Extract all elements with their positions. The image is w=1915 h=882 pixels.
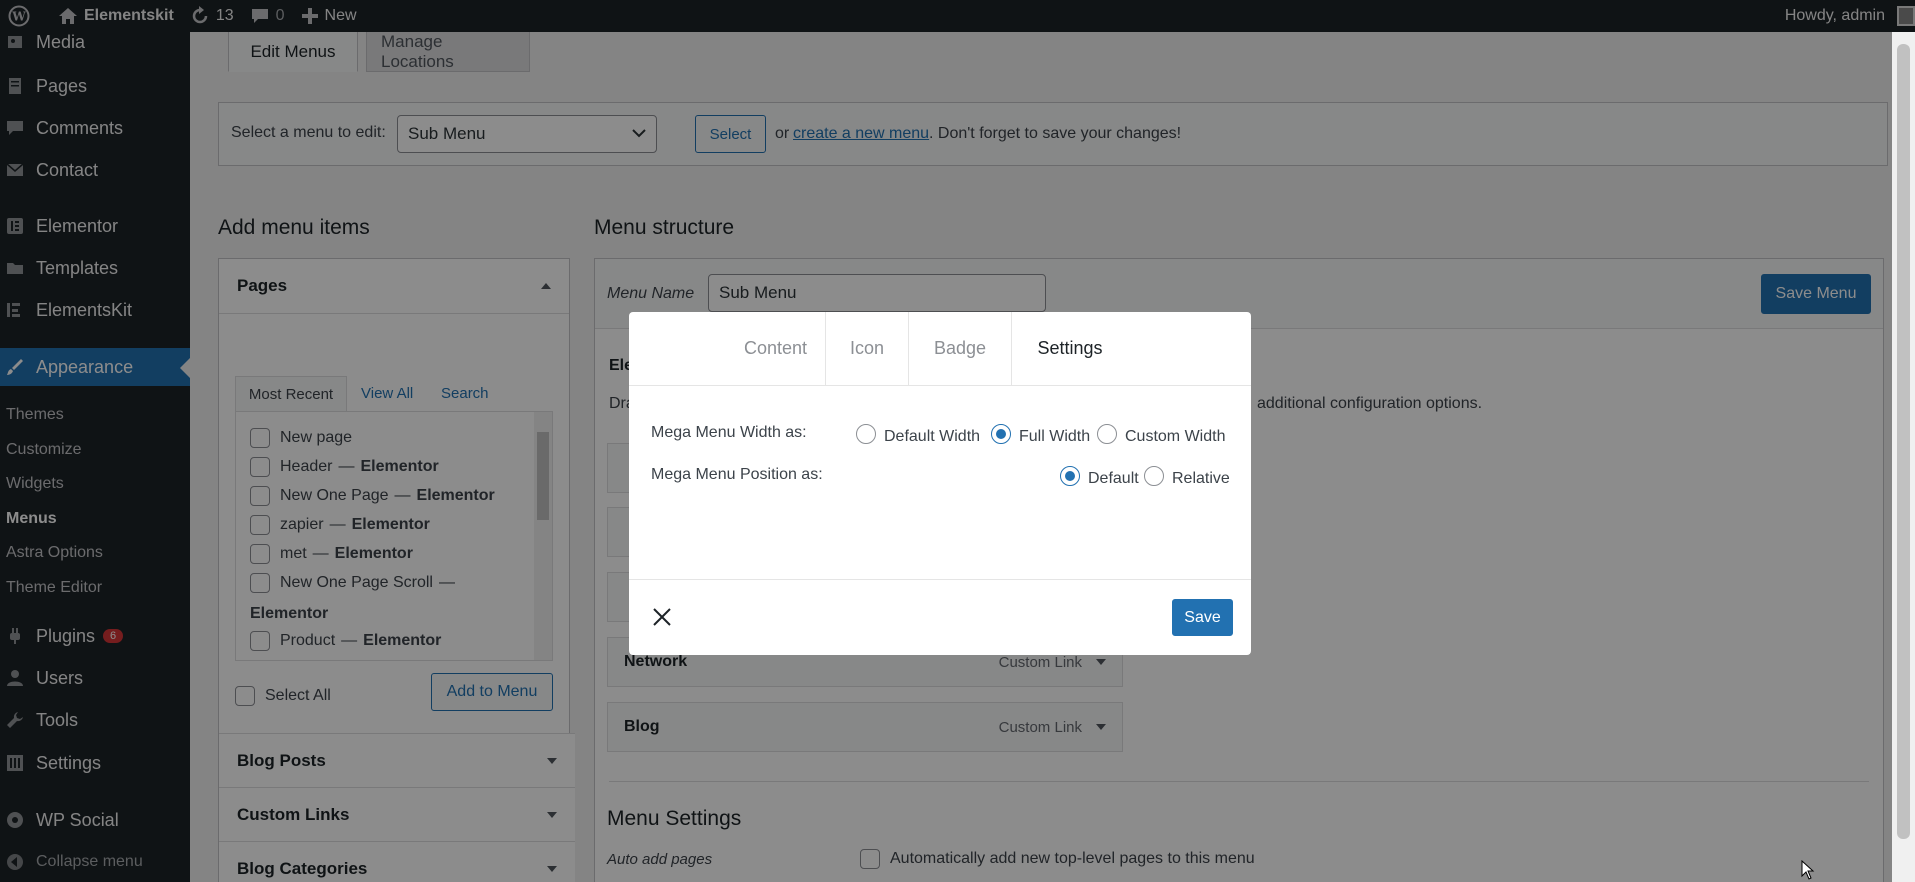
radio-full-width[interactable] xyxy=(991,424,1011,444)
width-option-full[interactable]: Full Width xyxy=(991,422,1090,446)
modal-close-button[interactable] xyxy=(651,606,673,628)
modal-tab-settings[interactable]: Settings xyxy=(1012,312,1128,385)
modal-save-button[interactable]: Save xyxy=(1172,599,1233,636)
mega-width-label: Mega Menu Width as: xyxy=(651,424,807,441)
radio-position-relative[interactable] xyxy=(1144,466,1164,486)
page-scrollbar[interactable] xyxy=(1892,32,1915,882)
option-label: Relative xyxy=(1172,470,1230,487)
modal-tab-divider xyxy=(629,385,1251,386)
mega-position-label: Mega Menu Position as: xyxy=(651,466,823,483)
mouse-cursor-icon xyxy=(1801,860,1815,880)
option-label: Custom Width xyxy=(1125,428,1226,445)
option-label: Default xyxy=(1088,470,1139,487)
option-label: Full Width xyxy=(1019,428,1091,445)
radio-default-width[interactable] xyxy=(856,424,876,444)
modal-tab-content[interactable]: Content xyxy=(726,312,826,385)
position-option-default[interactable]: Default xyxy=(1060,464,1139,488)
width-option-custom[interactable]: Custom Width xyxy=(1097,422,1225,446)
modal-tab-badge[interactable]: Badge xyxy=(909,312,1012,385)
radio-custom-width[interactable] xyxy=(1097,424,1117,444)
modal-footer-divider xyxy=(629,579,1251,580)
modal-tab-icon[interactable]: Icon xyxy=(826,312,909,385)
option-label: Default Width xyxy=(884,428,981,445)
page-scrollbar-thumb[interactable] xyxy=(1897,44,1910,839)
mega-menu-settings-modal: Content Icon Badge Settings Mega Menu Wi… xyxy=(629,312,1251,655)
position-option-relative[interactable]: Relative xyxy=(1144,464,1230,488)
radio-position-default[interactable] xyxy=(1060,466,1080,486)
width-option-default[interactable]: Default Width xyxy=(856,422,980,446)
close-icon xyxy=(653,608,671,626)
